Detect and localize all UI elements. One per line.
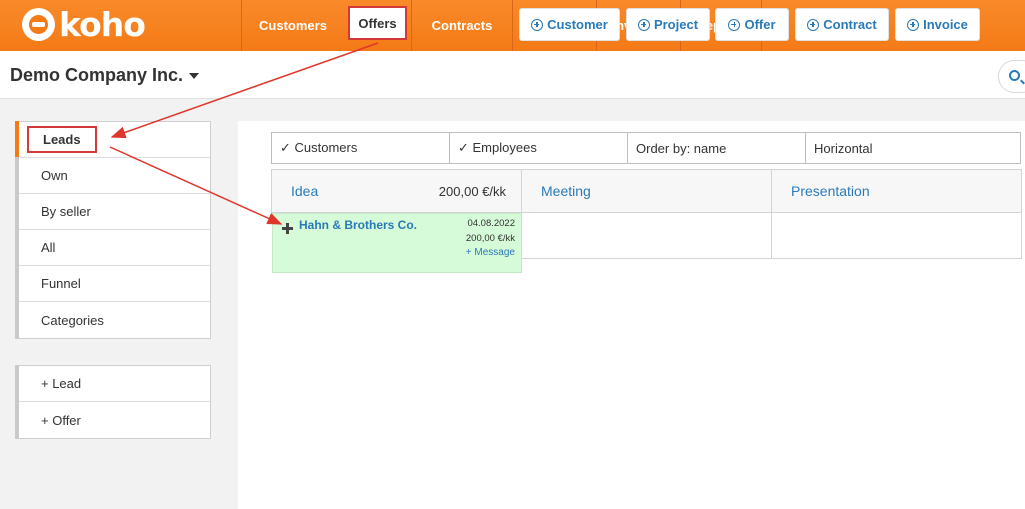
add-offer-button[interactable]: Offer: [715, 8, 789, 41]
sidebar-item-funnel[interactable]: Funnel: [19, 266, 210, 302]
search-button[interactable]: [998, 60, 1025, 93]
order-by-select[interactable]: Order by: name: [628, 133, 806, 163]
add-project-label: Project: [653, 17, 699, 32]
active-item-indicator: [15, 121, 19, 157]
column-body-meeting: [521, 213, 772, 259]
add-contract-button[interactable]: Contract: [795, 8, 889, 41]
nav-contracts[interactable]: Contracts: [411, 0, 512, 51]
offers-view-menu: Leads Own By seller All Funnel Categorie…: [15, 121, 211, 339]
column-body-presentation: [771, 213, 1022, 259]
employees-filter[interactable]: ✓ Employees: [450, 133, 628, 163]
koho-logo-icon: [22, 8, 55, 41]
logo-text: koho: [59, 5, 146, 44]
lead-date: 04.08.2022: [467, 218, 515, 229]
layout-select[interactable]: Horizontal: [806, 133, 1020, 163]
column-header-idea[interactable]: Idea 200,00 €/kk: [271, 169, 522, 213]
column-title: Meeting: [541, 183, 591, 199]
lead-card[interactable]: Hahn & Brothers Co. 04.08.2022 200,00 €/…: [272, 213, 522, 273]
lead-customer-name[interactable]: Hahn & Brothers Co.: [299, 218, 417, 232]
add-lead-link[interactable]: + Lead: [19, 366, 210, 402]
nav-offers[interactable]: Offers: [348, 6, 407, 40]
pipeline-panel: ✓ Customers ✓ Employees Order by: name H…: [238, 121, 1025, 509]
search-icon: [1009, 70, 1020, 81]
add-project-button[interactable]: Project: [626, 8, 710, 41]
add-message-link[interactable]: + Message: [466, 247, 515, 258]
column-header-meeting[interactable]: Meeting: [521, 169, 772, 213]
plus-circle-icon: [531, 18, 544, 31]
company-name: Demo Company Inc.: [10, 65, 184, 85]
add-customer-label: Customer: [547, 17, 608, 32]
chevron-down-icon: [189, 73, 200, 80]
sidebar-item-categories[interactable]: Categories: [19, 302, 210, 338]
create-menu: + Lead + Offer: [15, 365, 211, 439]
column-total: 200,00 €/kk: [438, 183, 506, 199]
company-selector[interactable]: Demo Company Inc.: [10, 65, 200, 86]
sidebar-item-by-seller[interactable]: By seller: [19, 194, 210, 230]
filter-bar: ✓ Customers ✓ Employees Order by: name H…: [271, 132, 1021, 164]
column-title: Idea: [291, 183, 319, 199]
plus-circle-icon: [807, 18, 820, 31]
company-toolbar: Demo Company Inc.: [0, 51, 1025, 99]
koho-logo[interactable]: koho: [22, 5, 146, 44]
customers-filter[interactable]: ✓ Customers: [272, 133, 450, 163]
sidebar-item-all[interactable]: All: [19, 230, 210, 266]
plus-circle-icon: [637, 18, 650, 31]
add-customer-button[interactable]: Customer: [519, 8, 620, 41]
column-title: Presentation: [791, 183, 870, 199]
nav-customers[interactable]: Customers: [241, 0, 344, 51]
plus-circle-icon: [728, 18, 741, 31]
add-invoice-label: Invoice: [923, 17, 968, 32]
lead-amount: 200,00 €/kk: [465, 233, 515, 244]
plus-circle-icon: [907, 18, 920, 31]
add-offer-label: Offer: [744, 17, 776, 32]
add-invoice-button[interactable]: Invoice: [895, 8, 980, 41]
add-contract-label: Contract: [823, 17, 877, 32]
sidebar-item-leads[interactable]: Leads: [19, 122, 210, 158]
column-header-presentation[interactable]: Presentation: [771, 169, 1022, 213]
sidebar-item-label: Leads: [27, 126, 97, 153]
expand-plus-icon[interactable]: [282, 223, 293, 234]
add-offer-link[interactable]: + Offer: [19, 402, 210, 438]
sidebar-item-own[interactable]: Own: [19, 158, 210, 194]
